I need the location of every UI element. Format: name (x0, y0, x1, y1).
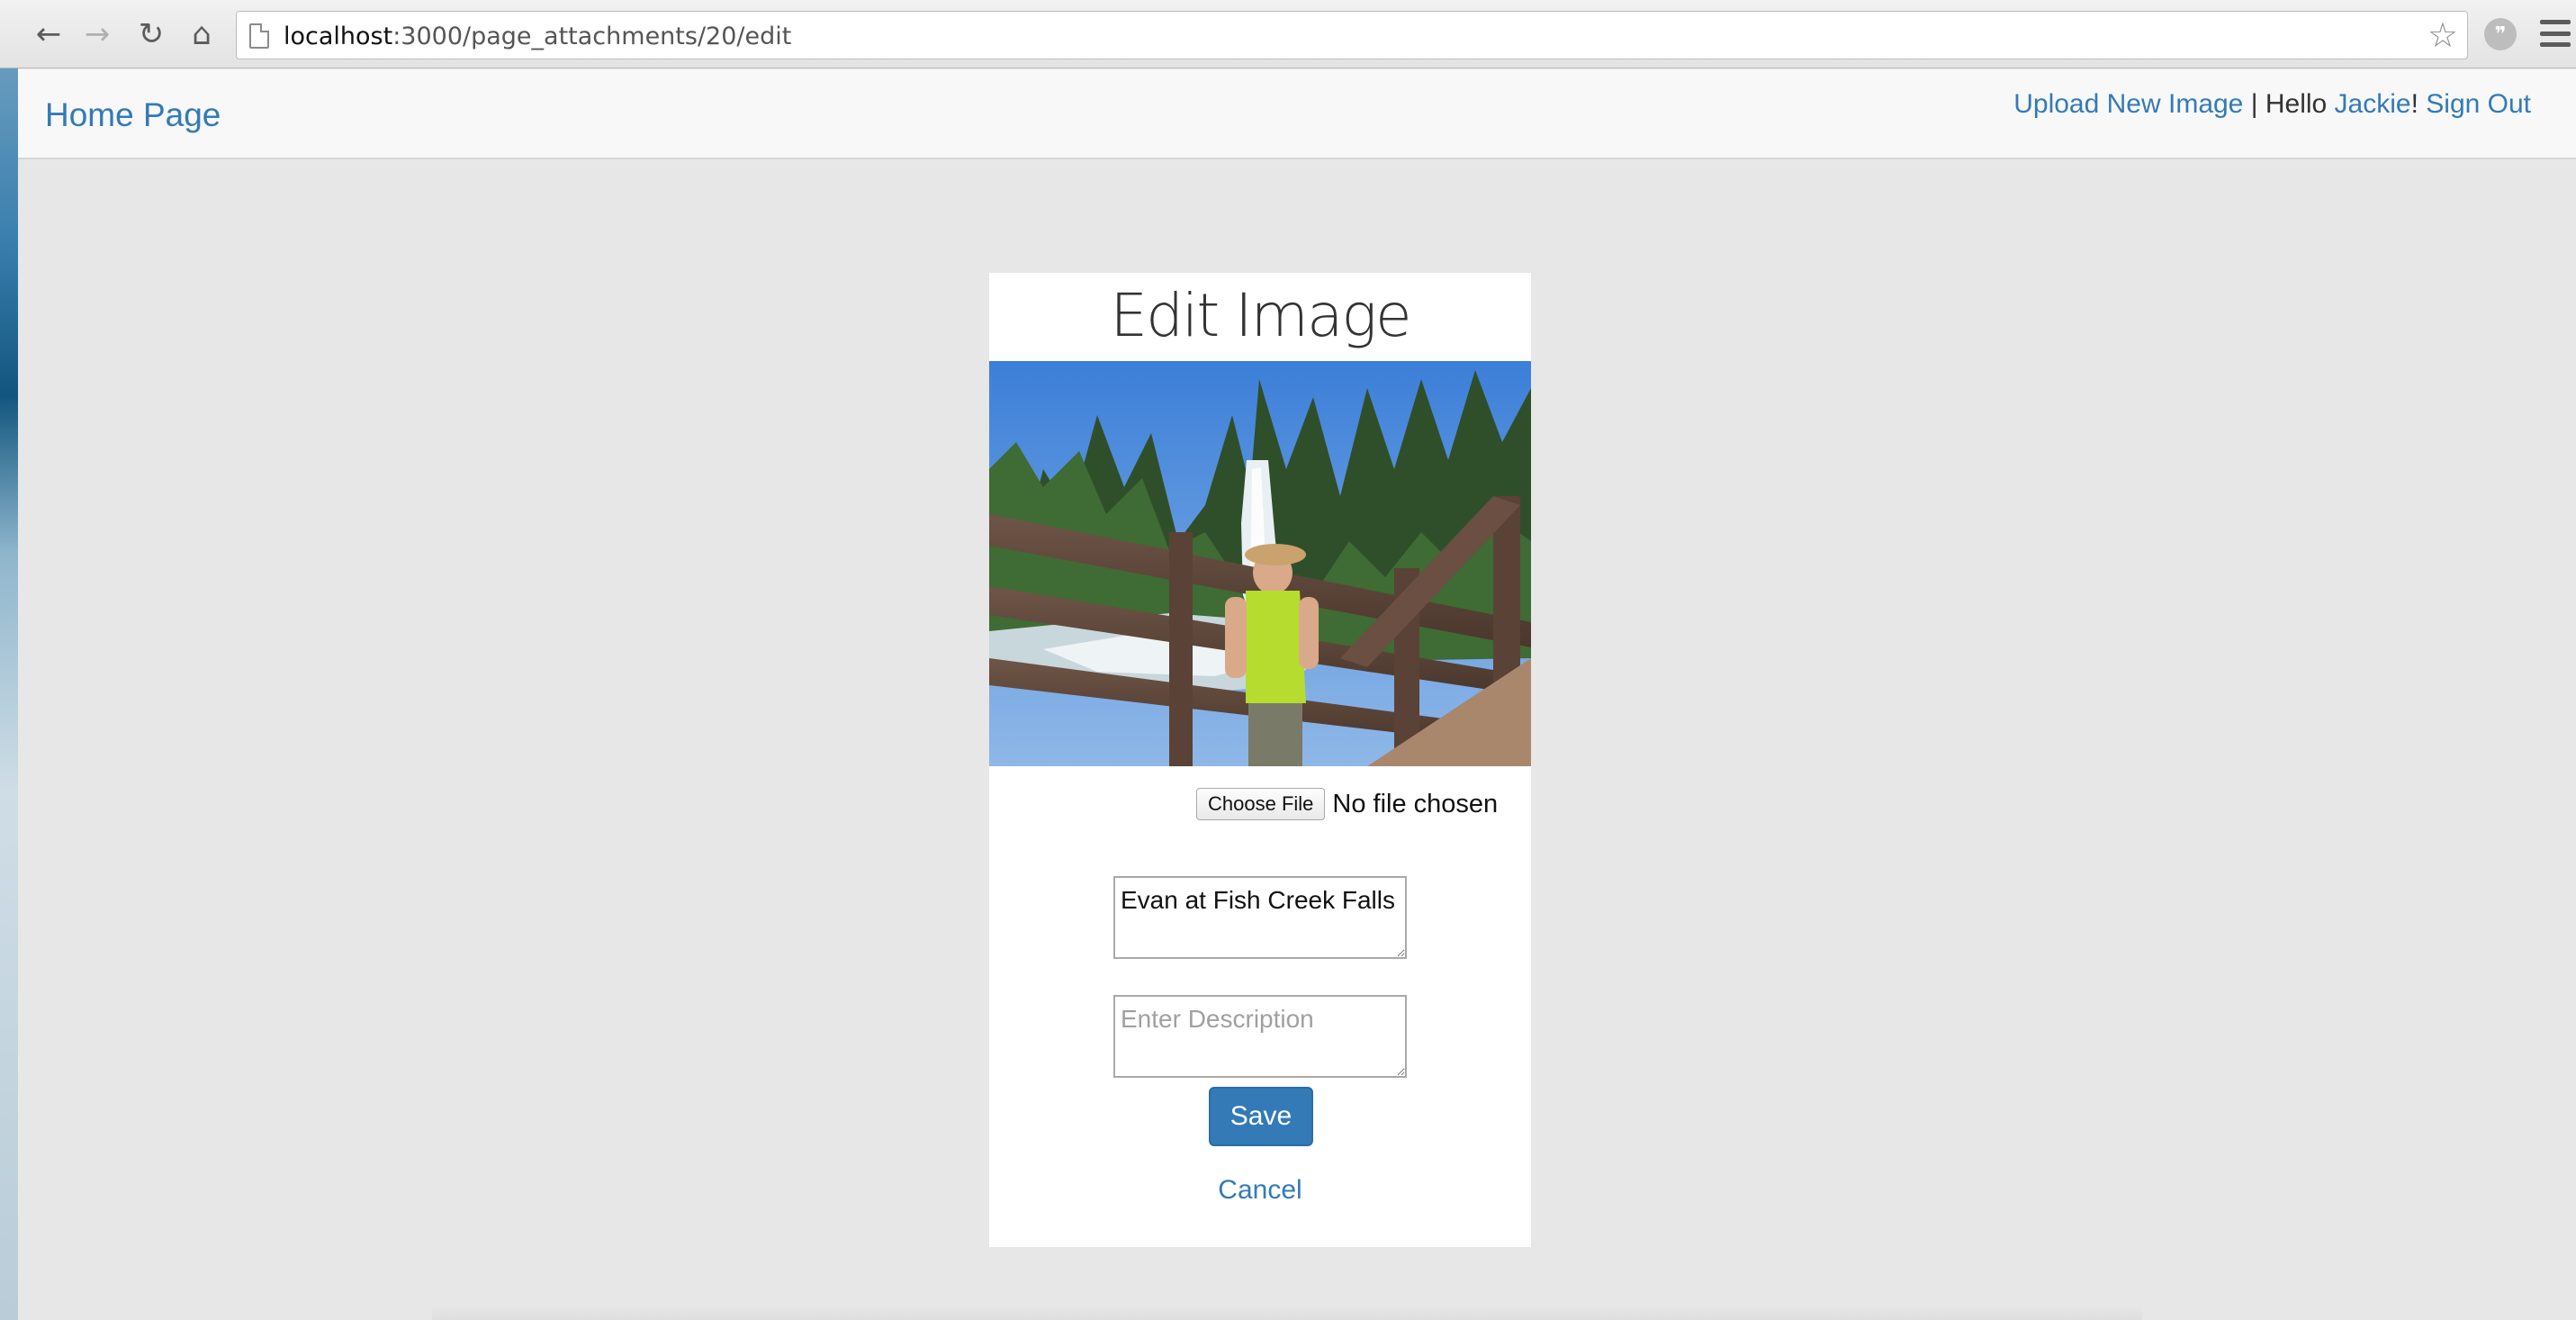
page-icon (249, 23, 269, 49)
reload-icon[interactable]: ↻ (130, 13, 173, 56)
upload-new-image-link[interactable]: Upload New Image (2013, 89, 2243, 119)
star-icon[interactable]: ☆ (2427, 15, 2458, 55)
hello-text: | Hello (2243, 89, 2335, 119)
page-title: Edit Image (1110, 281, 1411, 350)
file-status-text: No file chosen (1332, 789, 1499, 818)
user-nav: Upload New Image | Hello Jackie! Sign Ou… (2013, 89, 2531, 120)
menu-icon[interactable] (2540, 20, 2571, 47)
back-icon[interactable]: ← (27, 13, 70, 56)
app-navbar: Home Page Upload New Image | Hello Jacki… (18, 69, 2576, 159)
page-bottom-edge (432, 1306, 2142, 1320)
url-host: localhost (284, 23, 393, 50)
sign-out-link[interactable]: Sign Out (2426, 89, 2531, 119)
user-name-link[interactable]: Jackie (2335, 89, 2411, 119)
edit-image-card: Edit Image Choose File No file chosen Ev… (989, 273, 1531, 1247)
desktop-background-strip (0, 0, 18, 1320)
home-page-link[interactable]: Home Page (45, 96, 221, 134)
url-path: :3000/page_attachments/20/edit (392, 23, 792, 50)
file-chooser: Choose File No file chosen (1196, 788, 1520, 824)
forward-icon[interactable]: → (76, 13, 119, 56)
description-field[interactable] (1113, 995, 1407, 1078)
cancel-link[interactable]: Cancel (989, 1175, 1531, 1206)
home-icon[interactable]: ⌂ (180, 13, 223, 56)
exclaim-text: ! (2410, 89, 2427, 119)
url-text[interactable]: localhost:3000/page_attachments/20/edit (284, 23, 791, 50)
title-field[interactable]: Evan at Fish Creek Falls (1113, 876, 1407, 959)
extension-icon[interactable]: ❞ (2484, 18, 2517, 50)
address-bar[interactable]: localhost:3000/page_attachments/20/edit … (236, 11, 2468, 59)
browser-toolbar: ← → ↻ ⌂ localhost:3000/page_attachments/… (0, 0, 2576, 68)
save-button[interactable]: Save (1209, 1087, 1313, 1146)
image-preview (989, 361, 1531, 766)
choose-file-button[interactable]: Choose File (1196, 788, 1326, 820)
